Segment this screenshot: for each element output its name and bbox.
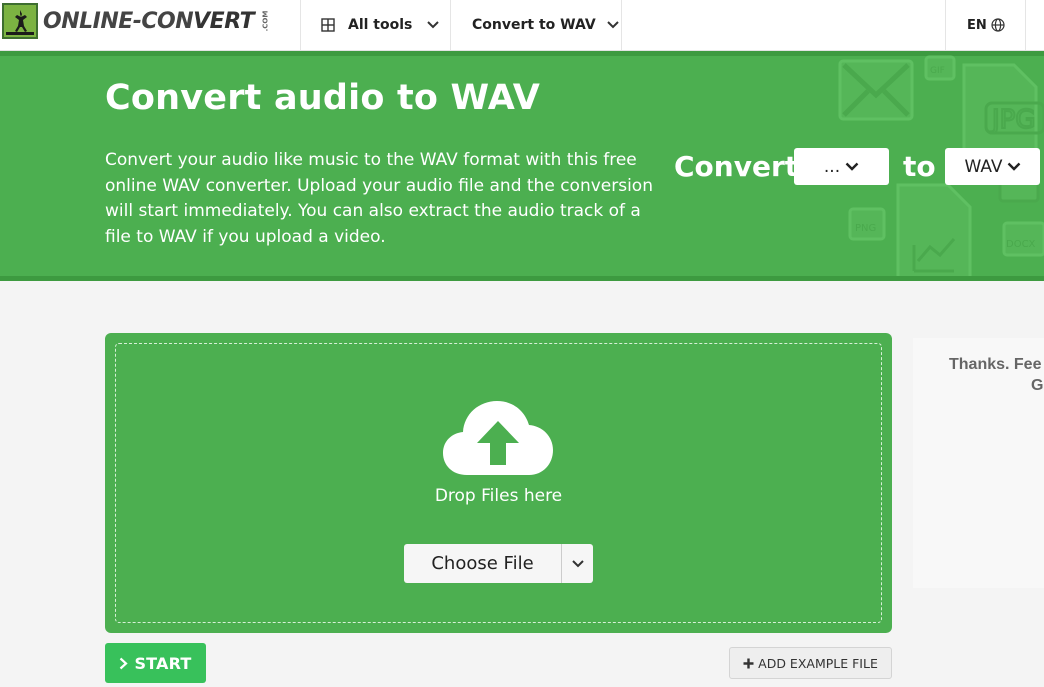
chevron-down-icon	[606, 21, 619, 29]
drop-files-text: Drop Files here	[434, 486, 563, 506]
chevron-down-icon	[1007, 162, 1020, 171]
top-navbar: ONLINE-CONVERT .COM All tools Convert to…	[0, 0, 1044, 51]
globe-icon	[991, 18, 1005, 32]
nav-divider	[1025, 0, 1026, 50]
svg-text:DOCX: DOCX	[1006, 239, 1036, 250]
add-example-file-button[interactable]: ADD EXAMPLE FILE	[729, 647, 892, 679]
nav-divider	[300, 0, 301, 50]
start-button[interactable]: START	[105, 643, 206, 683]
plus-icon	[743, 658, 754, 668]
page-description: Convert your audio like music to the WAV…	[105, 150, 653, 247]
language-selector[interactable]: EN	[967, 0, 1005, 50]
convert-label: Convert	[674, 150, 799, 183]
start-label: START	[134, 653, 192, 673]
convert-to-wav-label: Convert to WAV	[472, 17, 596, 33]
logo-text: ONLINE-CONVERT	[43, 8, 255, 34]
file-drop-zone[interactable]: Drop Files here Choose File	[105, 333, 892, 633]
hero-banner: GIF JPG PNG DOCX Convert audio to WAV Co…	[0, 51, 1044, 281]
to-label: to	[903, 150, 936, 183]
all-tools-label: All tools	[348, 17, 413, 33]
source-format-select[interactable]: ...	[794, 148, 889, 185]
logo-icon	[2, 3, 38, 39]
svg-text:PNG: PNG	[855, 223, 876, 234]
all-tools-menu[interactable]: All tools	[321, 0, 440, 50]
convert-to-wav-menu[interactable]: Convert to WAV	[472, 0, 619, 50]
cloud-upload-icon	[443, 401, 553, 475]
chevron-down-icon	[571, 559, 584, 567]
source-format-value: ...	[823, 156, 841, 177]
add-example-file-label: ADD EXAMPLE FILE	[758, 655, 878, 671]
grid-icon	[321, 18, 335, 32]
svg-text:JPG: JPG	[990, 105, 1036, 135]
side-feedback-panel: Thanks. Fee Goo	[913, 338, 1044, 588]
logo-suffix: .COM	[261, 10, 270, 32]
side-panel-text: Thanks. Fee Goo	[949, 354, 1044, 396]
page-title: Convert audio to WAV	[105, 78, 540, 118]
target-format-select[interactable]: WAV	[945, 148, 1040, 185]
chevron-right-icon	[120, 657, 129, 669]
chevron-down-icon	[427, 21, 440, 29]
language-label: EN	[967, 17, 987, 33]
hero-bottom-stripe	[0, 276, 1044, 281]
nav-divider	[450, 0, 451, 50]
choose-file-button[interactable]: Choose File	[404, 544, 562, 583]
nav-divider	[945, 0, 946, 50]
chevron-down-icon	[845, 162, 859, 171]
choose-file-group: Choose File	[404, 544, 593, 583]
side-panel-line-1: Thanks. Fee	[949, 356, 1042, 373]
nav-divider	[621, 0, 622, 50]
site-logo[interactable]: ONLINE-CONVERT .COM	[2, 3, 276, 39]
svg-text:GIF: GIF	[930, 66, 945, 76]
choose-file-source-dropdown[interactable]	[562, 544, 593, 583]
side-panel-line-2: Goo	[1031, 377, 1044, 394]
target-format-value: WAV	[964, 156, 1003, 177]
